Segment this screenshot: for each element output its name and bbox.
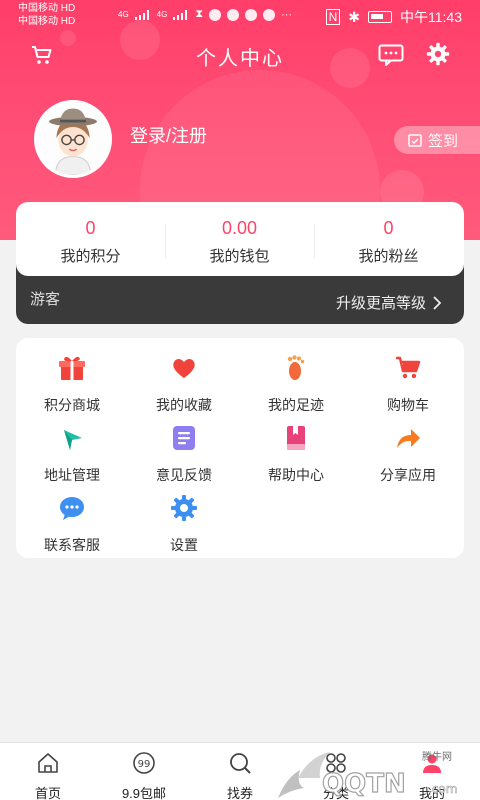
upgrade-link[interactable]: 升级更高等级 — [336, 292, 442, 313]
share-icon — [397, 429, 420, 448]
membership-level: 游客 — [30, 291, 61, 308]
watermark-site: 腾牛网 — [422, 750, 452, 763]
checkin-label: 签到 — [428, 132, 459, 150]
home-icon — [38, 753, 58, 773]
calendar-icon — [408, 134, 422, 147]
menu-label: 帮助中心 — [268, 467, 324, 483]
gift-icon — [59, 356, 85, 380]
tab-label: 9.9包邮 — [121, 786, 167, 800]
menu-points-mall[interactable]: 积分商城 — [16, 354, 128, 414]
more-notifications: ··· — [281, 8, 293, 21]
menu-favorites[interactable]: 我的收藏 — [128, 354, 240, 414]
chat-icon — [60, 497, 84, 520]
stat-value: 0 — [85, 218, 96, 238]
hourglass-icon: ⧗ — [195, 8, 204, 20]
menu-cart[interactable]: 购物车 — [352, 354, 464, 414]
stat-label: 我的粉丝 — [358, 248, 419, 265]
status-right: N ✱ 中午11:43 — [325, 7, 462, 27]
network-label: 4G — [118, 10, 129, 19]
feedback-icon — [173, 426, 195, 450]
status-bar: 中国移动 HD 中国移动 HD 4G 4G ⧗ ··· N ✱ 中午11:43 — [0, 0, 480, 32]
menu-label: 我的收藏 — [156, 397, 212, 413]
watermark-logo: QQTN .com 腾牛网 — [278, 750, 458, 800]
carrier-label: 中国移动 HD — [18, 16, 76, 27]
menu-settings[interactable]: 设置 — [128, 494, 240, 554]
function-menu: 积分商城 我的收藏 我的足迹 购物车 地址管理 意见反馈 帮助中心 分享应用 联… — [16, 338, 464, 558]
clock: 中午11:43 — [400, 9, 462, 25]
chat-notification-icon — [227, 8, 240, 21]
search-icon — [230, 753, 251, 774]
message-icon[interactable] — [378, 44, 404, 66]
menu-label: 购物车 — [387, 397, 429, 413]
menu-label: 联系客服 — [44, 537, 100, 553]
watermark-domain: .com — [428, 782, 457, 796]
network-label: 4G — [156, 10, 168, 19]
menu-label: 意见反馈 — [156, 467, 212, 483]
battery-icon — [368, 11, 392, 23]
chevron-right-icon — [433, 295, 442, 310]
login-register-link[interactable]: 登录/注册 — [130, 122, 207, 148]
settings-icon — [171, 495, 197, 521]
footprint-icon — [287, 355, 305, 380]
gear-icon[interactable] — [426, 42, 450, 66]
checkin-button[interactable]: 签到 — [394, 126, 480, 154]
menu-label: 分享应用 — [380, 467, 436, 483]
app-notification-icon — [209, 8, 222, 21]
carrier-label: 中国移动 HD — [18, 3, 76, 14]
stat-value: 0.00 — [221, 218, 258, 238]
menu-customer-service[interactable]: 联系客服 — [16, 494, 128, 554]
stat-label: 我的积分 — [60, 248, 121, 265]
avatar[interactable] — [34, 100, 112, 178]
heart-icon — [173, 359, 195, 378]
stats-card: 0 我的积分 0.00 我的钱包 0 我的粉丝 — [16, 202, 464, 276]
menu-label: 积分商城 — [44, 397, 100, 413]
tab-home[interactable]: 首页 — [0, 743, 96, 800]
eye-notification-icon — [245, 8, 258, 21]
avatar-illustration — [37, 103, 109, 175]
status-icons: 4G 4G ⧗ ··· — [118, 8, 292, 21]
menu-address[interactable]: 地址管理 — [16, 424, 128, 484]
app-notification-icon — [263, 8, 276, 21]
menu-feedback[interactable]: 意见反馈 — [128, 424, 240, 484]
watermark-brand: QQTN — [322, 769, 406, 799]
cart-icon — [396, 356, 421, 379]
signal-icon — [134, 9, 149, 20]
tab-label: 首页 — [34, 786, 61, 800]
stat-wallet[interactable]: 0.00 我的钱包 — [165, 202, 314, 276]
menu-label: 设置 — [170, 537, 198, 553]
nfc-icon: N — [325, 9, 341, 25]
top-bar: 个人中心 — [0, 36, 480, 76]
stat-fans[interactable]: 0 我的粉丝 — [314, 202, 463, 276]
tab-free-shipping[interactable]: 99 9.9包邮 — [96, 743, 192, 800]
menu-share[interactable]: 分享应用 — [352, 424, 464, 484]
menu-label: 我的足迹 — [268, 397, 324, 413]
signal-icon — [173, 9, 188, 20]
menu-help-center[interactable]: 帮助中心 — [240, 424, 352, 484]
coupon-99-icon: 99 — [133, 752, 155, 774]
page-title: 个人中心 — [196, 48, 284, 70]
stat-value: 0 — [383, 218, 394, 238]
book-icon — [287, 426, 305, 450]
svg-text:99: 99 — [138, 759, 151, 770]
compass-icon — [64, 430, 82, 450]
upgrade-label: 升级更高等级 — [335, 295, 426, 312]
bluetooth-icon: ✱ — [348, 8, 360, 25]
menu-label: 地址管理 — [44, 467, 100, 483]
stat-points[interactable]: 0 我的积分 — [16, 202, 165, 276]
stat-label: 我的钱包 — [209, 248, 270, 265]
menu-footprints[interactable]: 我的足迹 — [240, 354, 352, 414]
